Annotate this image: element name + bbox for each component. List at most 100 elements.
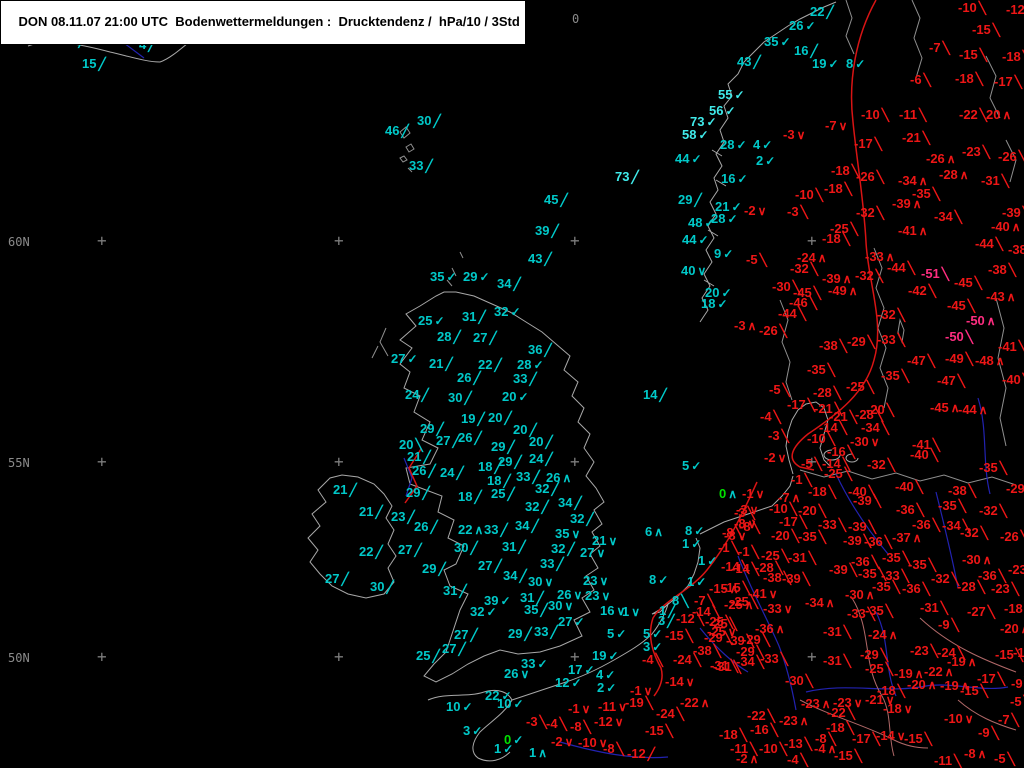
station-value: -1 bbox=[742, 486, 754, 501]
tendency-falling-icon: ╲ bbox=[855, 749, 862, 763]
tendency-rising-icon: ╱ bbox=[453, 330, 460, 344]
station-report: 26╱ bbox=[458, 430, 482, 446]
station-value: 39 bbox=[535, 223, 549, 238]
station-report: -32╲ bbox=[790, 261, 818, 277]
tendency-falling-icon: ╲ bbox=[840, 339, 847, 353]
tendency-falling-icon: ╲ bbox=[923, 582, 930, 596]
tendency-falling-icon: ╲ bbox=[844, 654, 851, 668]
station-value: -5 bbox=[994, 751, 1006, 766]
station-value: 16 bbox=[721, 171, 735, 186]
tendency-falling-icon: ╲ bbox=[1008, 752, 1015, 766]
tendency-check-rising-icon: ✓ bbox=[696, 575, 706, 589]
station-value: 30 bbox=[548, 598, 562, 613]
tendency-falling-icon: ╲ bbox=[908, 261, 915, 275]
station-value: 24 bbox=[440, 465, 454, 480]
station-value: 30 bbox=[448, 390, 462, 405]
tendency-rising-icon: ╱ bbox=[753, 55, 760, 69]
tendency-falling-icon: ╲ bbox=[983, 145, 990, 159]
station-value: -31 bbox=[713, 659, 732, 674]
tendency-check-rising-icon: ✓ bbox=[500, 594, 510, 608]
station-value: 55 bbox=[718, 87, 732, 102]
station-value: 31 bbox=[443, 583, 457, 598]
tendency-falling-icon: ╲ bbox=[811, 262, 818, 276]
station-report: -25∧ bbox=[724, 597, 754, 613]
station-value: 48 bbox=[688, 215, 702, 230]
tendency-check-rising-icon: ✓ bbox=[737, 172, 747, 186]
tendency-falling-icon: ╲ bbox=[993, 23, 1000, 37]
tendency-fall-then-rise-icon: ∨ bbox=[904, 702, 913, 716]
tendency-check-rising-icon: ✓ bbox=[434, 314, 444, 328]
station-report: -14╲ bbox=[731, 561, 759, 577]
station-value: -38 bbox=[819, 338, 838, 353]
tendency-rising-icon: ╱ bbox=[422, 486, 429, 500]
station-value: -25 bbox=[824, 466, 843, 481]
tendency-check-rising-icon: ✓ bbox=[510, 305, 520, 319]
station-value: 29 bbox=[463, 269, 477, 284]
station-value: -12 bbox=[594, 714, 613, 729]
station-report: 4✓ bbox=[753, 137, 772, 153]
tendency-falling-icon: ╲ bbox=[958, 374, 965, 388]
station-report: 31╱ bbox=[443, 583, 467, 599]
station-value: 29 bbox=[422, 561, 436, 576]
tendency-falling-icon: ╲ bbox=[774, 410, 781, 424]
station-report: 1∨ bbox=[622, 604, 640, 620]
station-value: -10 bbox=[944, 711, 963, 726]
station-report: -3∨ bbox=[783, 127, 805, 143]
station-value: -25 bbox=[865, 661, 884, 676]
station-report: 30╱ bbox=[448, 390, 472, 406]
tendency-falling-icon: ╲ bbox=[980, 48, 987, 62]
station-value: -15 bbox=[960, 683, 979, 698]
tendency-rise-then-fall-icon: ∧ bbox=[800, 714, 809, 728]
station-report: 31╱ bbox=[502, 539, 526, 555]
tendency-rising-icon: ╱ bbox=[438, 562, 445, 576]
tendency-rising-icon: ╱ bbox=[574, 496, 581, 510]
station-value: -50 bbox=[966, 313, 985, 328]
tendency-fall-then-rise-icon: ∨ bbox=[738, 529, 747, 543]
tendency-falling-icon: ╲ bbox=[988, 605, 995, 619]
station-report: -50∧ bbox=[966, 313, 996, 329]
station-report: -8╲ bbox=[603, 741, 624, 757]
station-report: 25╱ bbox=[416, 648, 440, 664]
station-value: 27 bbox=[436, 433, 450, 448]
tendency-rising-icon: ╱ bbox=[375, 545, 382, 559]
station-report: -18╲ bbox=[955, 71, 983, 87]
grid-label: 60N bbox=[8, 236, 30, 248]
station-report: -14∨ bbox=[876, 728, 906, 744]
tendency-falling-icon: ╲ bbox=[810, 296, 817, 310]
station-report: 46╱ bbox=[385, 123, 409, 139]
station-report: -22∧ bbox=[680, 695, 710, 711]
tendency-check-rising-icon: ✓ bbox=[691, 459, 701, 473]
station-value: 20 bbox=[488, 410, 502, 425]
station-report: 43╱ bbox=[528, 251, 552, 267]
station-report: 32╱ bbox=[570, 511, 594, 527]
isallobar-lines bbox=[405, 0, 878, 696]
station-value: -30 bbox=[962, 552, 981, 567]
station-report: 24╱ bbox=[440, 465, 464, 481]
station-value: 58 bbox=[682, 127, 696, 142]
tendency-falling-icon: ╲ bbox=[694, 653, 701, 667]
station-report: 21∨ bbox=[592, 533, 617, 549]
tendency-falling-icon: ╲ bbox=[898, 333, 905, 347]
tendency-falling-icon: ╲ bbox=[992, 726, 999, 740]
station-value: 18 bbox=[478, 459, 492, 474]
station-report: -3∧ bbox=[734, 318, 756, 334]
station-report: -14∨ bbox=[665, 674, 695, 690]
station-value: 19 bbox=[461, 411, 475, 426]
station-report: -7╲ bbox=[998, 712, 1019, 728]
station-report: -35╲ bbox=[938, 498, 966, 514]
station-report: -5╲ bbox=[769, 382, 790, 398]
station-value: -22 bbox=[747, 708, 766, 723]
station-report: 32╱ bbox=[551, 541, 575, 557]
station-value: -12 bbox=[1006, 2, 1024, 17]
station-value: -20 bbox=[1000, 621, 1019, 636]
station-value: -3 bbox=[787, 204, 799, 219]
tendency-falling-icon: ╲ bbox=[923, 131, 930, 145]
station-value: -35 bbox=[865, 603, 884, 618]
tendency-rise-then-fall-icon: ∧ bbox=[947, 152, 956, 166]
tendency-falling-icon: ╲ bbox=[828, 363, 835, 377]
tendency-falling-icon: ╲ bbox=[966, 352, 973, 366]
station-value: -39 bbox=[843, 533, 862, 548]
tendency-rising-icon: ╱ bbox=[544, 252, 551, 266]
station-value: 46 bbox=[385, 123, 399, 138]
station-value: -15 bbox=[645, 723, 664, 738]
